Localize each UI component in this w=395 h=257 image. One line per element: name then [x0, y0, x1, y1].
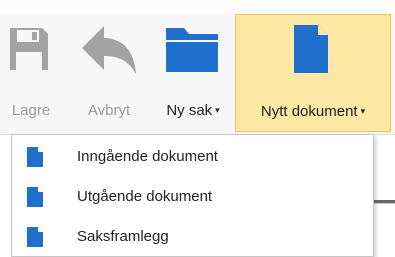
new-case-button[interactable]: Ny sak ▾ — [152, 14, 234, 132]
new-document-button[interactable]: Nytt dokument ▾ — [235, 14, 391, 132]
menu-item-saksframlegg[interactable]: Saksframlegg — [12, 217, 373, 257]
new-document-button-label: Nytt dokument ▾ — [236, 103, 390, 120]
new-document-dropdown-menu: Inngående dokument Utgående dokument Sak… — [11, 134, 374, 257]
menu-item-utgaende-dokument[interactable]: Utgående dokument — [12, 177, 373, 217]
menu-item-label: Utgående dokument — [77, 188, 213, 205]
undo-arrow-icon — [82, 26, 136, 74]
ribbon-toolbar: Lagre Avbryt Ny sak ▾ Nytt dokument ▾ — [0, 14, 395, 135]
document-icon — [27, 147, 43, 167]
ribbon-top-edge — [0, 0, 395, 14]
save-button-label: Lagre — [11, 102, 51, 119]
new-case-label-text: Ny sak — [166, 102, 213, 119]
menu-item-label: Saksframlegg — [77, 228, 169, 245]
cancel-button-label: Avbryt — [87, 102, 131, 119]
folder-icon — [166, 28, 218, 72]
cancel-button[interactable]: Avbryt — [70, 14, 148, 132]
document-icon — [294, 25, 328, 73]
document-icon — [27, 227, 43, 247]
save-button[interactable]: Lagre — [0, 14, 62, 132]
menu-item-label: Inngående dokument — [77, 148, 218, 165]
floppy-disk-icon — [10, 28, 48, 70]
document-icon — [27, 187, 43, 207]
chevron-down-icon: ▾ — [215, 105, 220, 115]
new-document-label-text: Nytt dokument — [260, 103, 358, 120]
new-case-button-label: Ny sak ▾ — [152, 102, 234, 119]
menu-item-inngaende-dokument[interactable]: Inngående dokument — [12, 137, 373, 177]
chevron-down-icon: ▾ — [360, 106, 366, 116]
